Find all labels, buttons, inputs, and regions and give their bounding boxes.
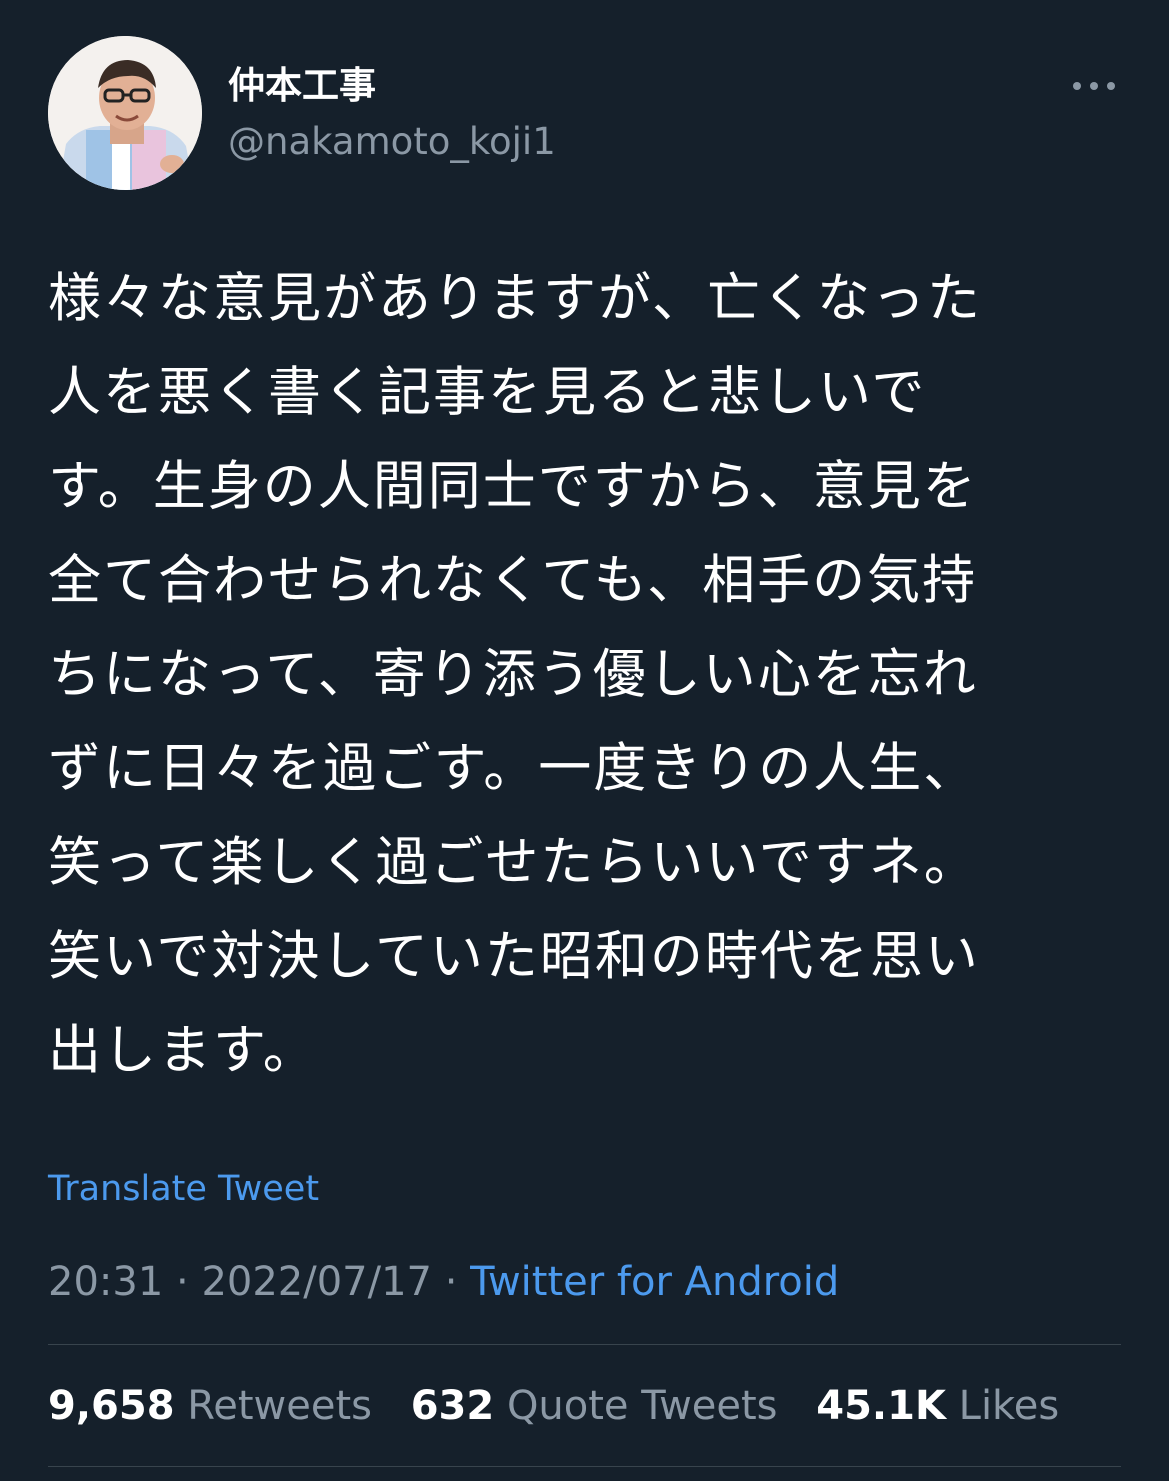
tweet-source-link[interactable]: Twitter for Android [470, 1259, 839, 1305]
likes-label: Likes [958, 1383, 1060, 1429]
more-horizontal-icon [1073, 82, 1115, 90]
tweet-text-line: 全て合わせられなくても、相手の気持 [48, 550, 978, 611]
quote-tweets-count: 632 [410, 1383, 495, 1429]
quote-tweets-stat[interactable]: 632 Quote Tweets [411, 1383, 778, 1429]
divider [48, 1344, 1121, 1345]
tweet-date[interactable]: 2022/07/17 [201, 1259, 432, 1305]
retweets-stat[interactable]: 9,658 Retweets [48, 1383, 372, 1429]
tweet-text-line: 出します。 [48, 1020, 318, 1081]
meta-separator: · [176, 1259, 189, 1305]
tweet-time[interactable]: 20:31 [48, 1259, 163, 1305]
tweet-text-line: ずに日々を過ごす。一度きりの人生、 [48, 738, 979, 799]
tweet-text-line: ちになって、寄り添う優しい心を忘れ [48, 644, 978, 705]
engagement-stats: 9,658 Retweets 632 Quote Tweets 45.1K Li… [48, 1380, 1085, 1432]
tweet-text-line: 笑いで対決していた昭和の時代を思い [48, 926, 980, 987]
tweet-text-line: 笑って楽しく過ごせたらいいですネ。 [48, 832, 979, 893]
more-options-button[interactable] [1064, 66, 1124, 106]
tweet-text-line: 様々な意見がありますが、亡くなった [48, 268, 982, 329]
author-handle[interactable]: @nakamoto_koji1 [228, 118, 556, 166]
likes-stat[interactable]: 45.1K Likes [816, 1383, 1059, 1429]
tweet-meta: 20:31 · 2022/07/17 · Twitter for Android [48, 1256, 839, 1308]
avatar-photo [48, 36, 202, 190]
likes-count: 45.1K [816, 1383, 946, 1429]
tweet-text-line: 人を悪く書く記事を見ると悲しいで [48, 362, 927, 423]
tweet-text: 様々な意見がありますが、亡くなった 人を悪く書く記事を見ると悲しいで す。生身の… [48, 252, 1108, 1098]
quote-tweets-label: Quote Tweets [506, 1383, 778, 1429]
tweet-text-line: す。生身の人間同士ですから、意見を [48, 456, 978, 517]
meta-separator: · [444, 1259, 458, 1305]
divider [48, 1466, 1121, 1467]
author-display-name[interactable]: 仲本工事 [228, 62, 376, 110]
translate-tweet-link[interactable]: Translate Tweet [48, 1166, 319, 1212]
retweets-label: Retweets [187, 1383, 372, 1429]
retweets-count: 9,658 [48, 1383, 175, 1429]
avatar[interactable] [48, 36, 202, 190]
